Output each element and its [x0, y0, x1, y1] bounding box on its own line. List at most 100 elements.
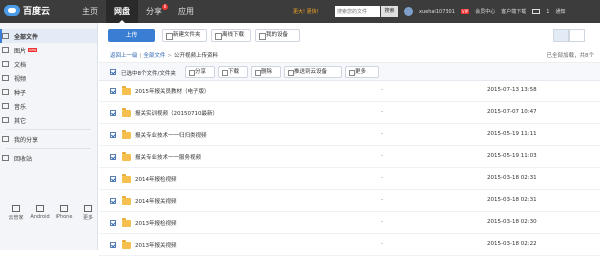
user-area: xuehai107301 VIP 会员中心 客户端下载 1 通知 — [404, 0, 565, 23]
all-files-link[interactable]: 全部文件 — [143, 53, 165, 59]
download-button[interactable]: 下载 — [218, 66, 248, 78]
file-date: 2015-03-18 02:22 — [487, 241, 537, 247]
table-row[interactable]: 2014年报检视频 - 2015-03-18 02:31 — [99, 169, 600, 190]
file-name[interactable]: 2013年报检视频 — [135, 219, 177, 227]
file-name[interactable]: 2014年报关视频 — [135, 197, 177, 205]
member-center-link[interactable]: 会员中心 — [475, 8, 495, 15]
file-name[interactable]: 报关实训视频（20150710最新） — [135, 109, 218, 117]
nav-netdisk[interactable]: 网盘 — [106, 0, 138, 23]
device-android[interactable]: Android — [30, 205, 50, 221]
list-view-button[interactable] — [553, 29, 569, 42]
music-icon — [2, 103, 9, 109]
folder-icon — [122, 174, 131, 183]
file-date: 2015-05-19 11:03 — [487, 153, 537, 159]
logo[interactable]: 百度云 — [4, 4, 50, 17]
row-checkbox[interactable] — [110, 176, 116, 182]
promo-text[interactable]: 更大! 更快! — [293, 8, 319, 15]
row-checkbox[interactable] — [110, 220, 116, 226]
sidebar-item-all-files[interactable]: 全部文件 — [0, 29, 97, 43]
offline-download-button[interactable]: 离线下载 — [211, 29, 251, 42]
more-icon — [84, 205, 92, 212]
file-name[interactable]: 2014年报检视频 — [135, 175, 177, 183]
divider — [6, 129, 91, 130]
notify-link[interactable]: 通知 — [555, 8, 565, 15]
main-content: 上传 新建文件夹 离线下载 我的设备 返回上一级 | 全部文件 > 公开视频上传资料 已… — [99, 23, 600, 256]
folder-icon — [2, 33, 9, 39]
more-button[interactable]: 更多 — [345, 66, 379, 78]
table-row[interactable]: 2013年报关视频 - 2015-03-18 02:22 — [99, 235, 600, 256]
nav-share[interactable]: 分享 6 — [138, 0, 170, 23]
row-checkbox[interactable] — [110, 242, 116, 248]
username[interactable]: xuehai107301 — [419, 9, 455, 15]
select-all-checkbox[interactable] — [110, 69, 116, 75]
table-row[interactable]: 报关专业技术一一服务视频 - 2015-05-19 11:03 — [99, 147, 600, 168]
push-device-button[interactable]: 推送到云设备 — [284, 66, 342, 78]
device-label: Android — [30, 214, 50, 220]
row-checkbox[interactable] — [110, 88, 116, 94]
row-checkbox[interactable] — [110, 154, 116, 160]
table-row[interactable]: 2015年报关员教材（电子版） - 2015-07-13 13:58 — [99, 81, 600, 102]
trash-icon — [2, 155, 9, 161]
sidebar-item-label: 视频 — [14, 75, 27, 83]
device-pc[interactable]: 云管家 — [6, 205, 26, 221]
folder-icon — [122, 240, 131, 249]
selection-bar: 已选中8个文件/文件夹 分享 下载 删除 推送到云设备 更多 — [99, 63, 600, 81]
search-button[interactable]: 搜索 — [381, 6, 398, 17]
table-row[interactable]: 2013年报检视频 - 2015-03-18 02:30 — [99, 213, 600, 234]
device-iphone[interactable]: iPhone — [54, 205, 74, 221]
upload-button[interactable]: 上传 — [108, 29, 155, 42]
file-name[interactable]: 报关专业技术一一归归类视频 — [135, 131, 207, 139]
avatar[interactable] — [404, 7, 413, 16]
row-checkbox[interactable] — [110, 110, 116, 116]
search-input[interactable] — [335, 6, 380, 17]
torrent-icon — [2, 89, 9, 95]
nav-apps[interactable]: 应用 — [170, 0, 202, 23]
device-more[interactable]: 更多 — [78, 205, 98, 221]
file-size: - — [381, 197, 383, 203]
sidebar-item-label: 种子 — [14, 89, 27, 97]
table-row[interactable]: 报关专业技术一一归归类视频 - 2015-05-19 11:11 — [99, 125, 600, 146]
sidebar-item-docs[interactable]: 文档 — [0, 57, 97, 71]
file-size: - — [381, 175, 383, 181]
back-link[interactable]: 返回上一级 — [110, 53, 138, 59]
new-folder-button[interactable]: 新建文件夹 — [162, 29, 207, 42]
device-label: 云管家 — [8, 215, 24, 221]
share-button[interactable]: 分享 — [185, 66, 215, 78]
sidebar-item-label: 回收站 — [14, 155, 33, 163]
file-size: - — [381, 109, 383, 115]
file-date: 2015-07-13 13:58 — [487, 87, 537, 93]
nav-home[interactable]: 主页 — [74, 0, 106, 23]
table-row[interactable]: 2014年报关视频 - 2015-03-18 02:31 — [99, 191, 600, 212]
client-download-link[interactable]: 客户端下载 — [501, 8, 526, 15]
row-checkbox[interactable] — [110, 198, 116, 204]
mail-count: 1 — [546, 8, 550, 15]
sidebar-item-label: 我的分享 — [14, 136, 39, 144]
sidebar-item-label: 音乐 — [14, 103, 27, 111]
sidebar-item-my-share[interactable]: 我的分享 — [0, 132, 97, 146]
grid-view-button[interactable] — [569, 29, 585, 42]
table-row[interactable]: 报关实训视频（20150710最新） - 2015-07-07 10:47 — [99, 103, 600, 124]
current-folder: 公开视频上传资料 — [174, 53, 219, 59]
sidebar-item-other[interactable]: 其它 — [0, 113, 97, 127]
file-name[interactable]: 报关专业技术一一服务视频 — [135, 153, 201, 161]
monitor-icon — [12, 205, 20, 212]
sidebar-item-torrent[interactable]: 种子 — [0, 85, 97, 99]
sidebar-item-images[interactable]: 图片 new — [0, 43, 97, 57]
device-label: 更多 — [82, 215, 93, 221]
sidebar-item-music[interactable]: 音乐 — [0, 99, 97, 113]
nav-share-label: 分享 — [146, 7, 162, 16]
document-icon — [2, 61, 9, 67]
delete-button[interactable]: 删除 — [251, 66, 281, 78]
file-size: - — [381, 87, 383, 93]
my-devices-button[interactable]: 我的设备 — [255, 29, 300, 42]
sidebar-item-recycle[interactable]: 回收站 — [0, 151, 97, 165]
selection-text: 已选中8个文件/文件夹 — [121, 71, 176, 77]
divider — [6, 148, 91, 149]
file-date: 2015-07-07 10:47 — [487, 109, 537, 115]
file-name[interactable]: 2015年报关员教材（电子版） — [135, 87, 210, 95]
sidebar-item-video[interactable]: 视频 — [0, 71, 97, 85]
iphone-icon — [60, 205, 68, 212]
mail-icon[interactable] — [532, 9, 541, 14]
file-name[interactable]: 2013年报关视频 — [135, 241, 177, 249]
row-checkbox[interactable] — [110, 132, 116, 138]
